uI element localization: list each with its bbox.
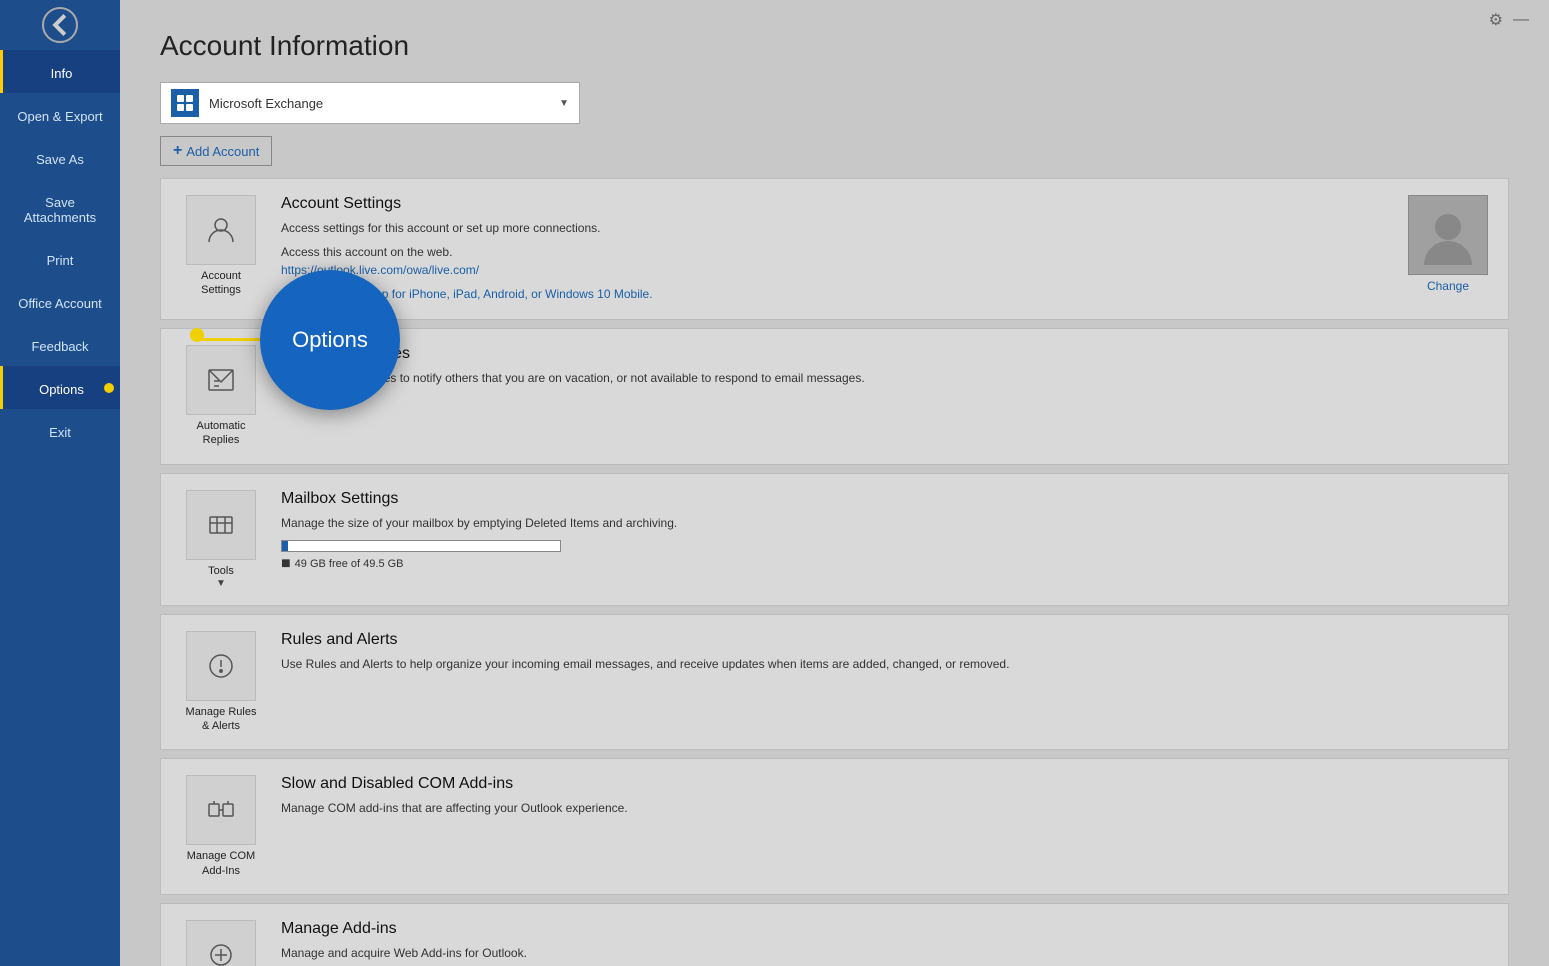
account-settings-icon-box[interactable]	[186, 195, 256, 265]
account-settings-title: Account Settings	[281, 195, 1388, 213]
chevron-down-icon: ▼	[559, 98, 569, 109]
sidebar-item-print[interactable]: Print	[0, 237, 120, 280]
sidebar-item-office-account[interactable]: Office Account	[0, 280, 120, 323]
account-settings-desc: Access settings for this account or set …	[281, 219, 1388, 237]
com-addins-content: Slow and Disabled COM Add-ins Manage COM…	[281, 775, 1488, 817]
com-addins-icon-box[interactable]	[186, 775, 256, 845]
options-circle: Options	[260, 270, 400, 410]
com-addins-title: Slow and Disabled COM Add-ins	[281, 775, 1488, 793]
sidebar-item-feedback[interactable]: Feedback	[0, 323, 120, 366]
settings-icon-button[interactable]: ⚙	[1489, 10, 1503, 30]
manage-addins-icon-area: Manage Add-ins	[181, 920, 261, 966]
mailbox-settings-icon-area: Tools ▼	[181, 490, 261, 589]
main-content: ⚙ — Account Information Microsoft Exchan…	[120, 0, 1549, 966]
sidebar-item-info[interactable]: Info	[0, 50, 120, 93]
back-button[interactable]	[0, 0, 120, 50]
add-account-button[interactable]: + Add Account	[160, 136, 272, 166]
automatic-replies-icon-label: Automatic Replies	[181, 419, 261, 448]
manage-addins-icon-box[interactable]	[186, 920, 256, 966]
avatar	[1408, 195, 1488, 275]
com-addins-card: Manage COM Add-Ins Slow and Disabled COM…	[160, 758, 1509, 895]
sidebar-item-save-attachments[interactable]: Save Attachments	[0, 179, 120, 237]
add-account-label: Add Account	[186, 144, 259, 159]
settings-icon: ⚙	[1489, 12, 1503, 29]
account-icon	[171, 89, 199, 117]
account-settings-icon-area: Account Settings	[181, 195, 261, 298]
manage-addins-content: Manage Add-ins Manage and acquire Web Ad…	[281, 920, 1488, 962]
options-overlay: Options	[260, 270, 400, 410]
account-settings-content: Account Settings Access settings for thi…	[281, 195, 1388, 303]
mailbox-settings-content: Mailbox Settings Manage the size of your…	[281, 490, 1488, 572]
automatic-replies-content: Automatic Replies Use automatic replies …	[281, 345, 1488, 387]
sidebar-item-save-as[interactable]: Save As	[0, 136, 120, 179]
storage-bullet-icon: ■	[281, 556, 291, 572]
rules-alerts-icon-label: Manage Rules & Alerts	[181, 705, 261, 734]
rules-alerts-desc: Use Rules and Alerts to help organize yo…	[281, 655, 1488, 673]
options-circle-label: Options	[292, 327, 368, 353]
rules-alerts-title: Rules and Alerts	[281, 631, 1488, 649]
storage-label: ■ 49 GB free of 49.5 GB	[281, 556, 561, 572]
page-title: Account Information	[160, 30, 1509, 62]
manage-addins-desc: Manage and acquire Web Add-ins for Outlo…	[281, 944, 1488, 962]
com-addins-desc: Manage COM add-ins that are affecting yo…	[281, 799, 1488, 817]
mailbox-settings-icon-box[interactable]	[186, 490, 256, 560]
minimize-icon: —	[1513, 11, 1529, 28]
manage-addins-card: Manage Add-ins Manage Add-ins Manage and…	[160, 903, 1509, 966]
storage-bar-container: ■ 49 GB free of 49.5 GB	[281, 540, 561, 572]
sidebar-item-exit[interactable]: Exit	[0, 409, 120, 452]
account-settings-icon-label: Account Settings	[181, 269, 261, 298]
automatic-replies-icon-box[interactable]	[186, 345, 256, 415]
account-settings-sub-desc: Access this account on the web.	[281, 243, 1388, 261]
account-selector-row: Microsoft Exchange ▼	[160, 82, 1509, 124]
account-name: Microsoft Exchange	[209, 96, 559, 111]
sidebar-item-open-export[interactable]: Open & Export	[0, 93, 120, 136]
minimize-button[interactable]: —	[1513, 11, 1529, 29]
mailbox-settings-icon-label: Tools	[208, 564, 234, 578]
mailbox-settings-card: Tools ▼ Mailbox Settings Manage the size…	[160, 473, 1509, 606]
plus-icon: +	[173, 142, 182, 160]
storage-bar-inner	[282, 541, 288, 551]
automatic-replies-icon-area: Automatic Replies	[181, 345, 261, 448]
topbar-icons: ⚙ —	[1489, 10, 1529, 30]
change-avatar-link[interactable]: Change	[1427, 279, 1469, 293]
com-addins-icon-label: Manage COM Add-Ins	[181, 849, 261, 878]
storage-bar-outer	[281, 540, 561, 552]
mailbox-settings-title: Mailbox Settings	[281, 490, 1488, 508]
rules-alerts-icon-area: Manage Rules & Alerts	[181, 631, 261, 734]
manage-addins-title: Manage Add-ins	[281, 920, 1488, 938]
avatar-area: Change	[1408, 195, 1488, 293]
mailbox-settings-desc: Manage the size of your mailbox by empty…	[281, 514, 1488, 532]
automatic-replies-desc: Use automatic replies to notify others t…	[281, 369, 1488, 387]
storage-free-text: 49 GB free of 49.5 GB	[295, 558, 404, 570]
sidebar-item-options[interactable]: Options	[0, 366, 120, 409]
rules-alerts-content: Rules and Alerts Use Rules and Alerts to…	[281, 631, 1488, 673]
sidebar: Info Open & Export Save As Save Attachme…	[0, 0, 120, 966]
rules-alerts-icon-box[interactable]	[186, 631, 256, 701]
com-addins-icon-area: Manage COM Add-Ins	[181, 775, 261, 878]
automatic-replies-title: Automatic Replies	[281, 345, 1488, 363]
account-dropdown[interactable]: Microsoft Exchange ▼	[160, 82, 580, 124]
rules-alerts-card: Manage Rules & Alerts Rules and Alerts U…	[160, 614, 1509, 751]
